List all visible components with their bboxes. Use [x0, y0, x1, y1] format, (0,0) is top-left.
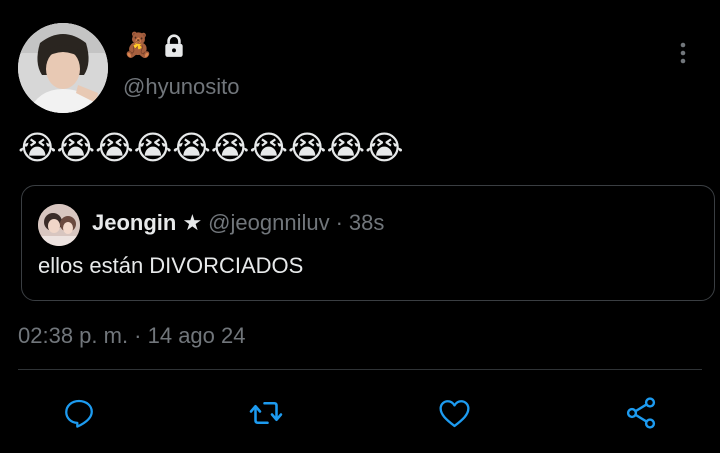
reply-button[interactable]: [59, 393, 99, 433]
quoted-author-handle[interactable]: @jeognniluv: [208, 210, 329, 236]
retweet-button[interactable]: [246, 393, 286, 433]
lock-icon: [165, 34, 183, 57]
tweet-timestamp[interactable]: 02:38 p. m. · 14 ago 24: [18, 323, 246, 349]
like-button[interactable]: [434, 393, 474, 433]
quoted-text: ellos están DIVORCIADOS: [38, 253, 304, 278]
reply-icon: [65, 399, 93, 428]
heart-icon: [438, 399, 470, 427]
quoted-header: Jeongin ★ @jeognniluv · 38s: [92, 210, 384, 236]
quoted-time[interactable]: 38s: [349, 210, 384, 236]
quoted-tweet[interactable]: Jeongin ★ @jeognniluv · 38s ellos están …: [21, 185, 715, 301]
quoted-separator: ·: [335, 210, 343, 235]
avatar-photo: [18, 23, 108, 113]
retweet-icon: [249, 401, 283, 425]
quoted-author-name[interactable]: Jeongin ★: [92, 210, 202, 236]
tweet-text: 😭😭😭😭😭😭😭😭😭😭: [18, 129, 404, 166]
share-icon: [626, 397, 656, 429]
more-vertical-icon: [680, 42, 686, 64]
quoted-avatar: [38, 204, 80, 246]
more-options-button[interactable]: [668, 38, 698, 68]
quoted-avatar-photo: [38, 204, 80, 246]
share-button[interactable]: [621, 393, 661, 433]
author-handle[interactable]: @hyunosito: [123, 74, 240, 100]
author-name-row[interactable]: 🧸: [123, 31, 187, 61]
divider: [18, 369, 702, 370]
avatar[interactable]: [18, 23, 108, 113]
teddy-bear-emoji: 🧸: [123, 32, 153, 59]
